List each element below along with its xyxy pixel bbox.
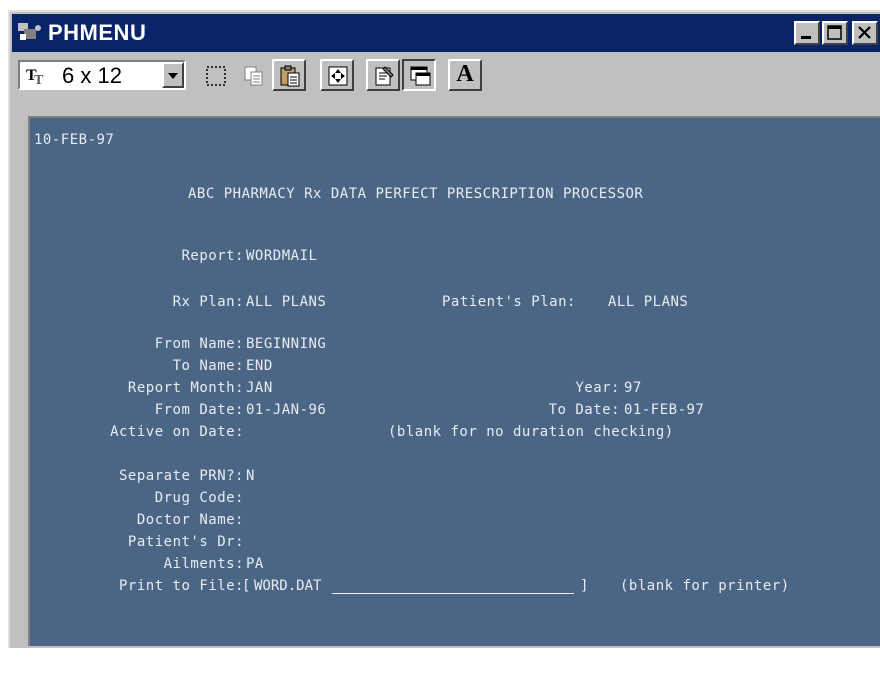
paste-icon: [280, 65, 300, 87]
properties-icon: [375, 66, 394, 86]
print-to-file-field[interactable]: [ WORD.DAT ]: [242, 578, 592, 596]
print-to-file-hint: (blank for printer): [620, 578, 790, 594]
drug-code-label: Drug Code:: [154, 490, 244, 506]
truetype-icon: T T: [26, 67, 44, 86]
ailments-value[interactable]: PA: [246, 556, 264, 572]
phmenu-window: PHMENU T T 6 x 12 A 10-FEB-97 ABC PHARMA…: [8, 10, 880, 648]
to-name-label: To Name:: [172, 358, 244, 374]
window-background-icon: [410, 66, 431, 86]
separate-prn-value[interactable]: N: [246, 468, 255, 484]
background-button[interactable]: [402, 59, 436, 91]
app-icon: [18, 23, 41, 40]
active-on-date-label: Active on Date:: [110, 424, 244, 440]
paste-button[interactable]: [272, 59, 306, 91]
copy-button[interactable]: [236, 59, 270, 91]
patients-dr-label: Patient's Dr:: [127, 534, 244, 550]
report-label: Report:: [181, 248, 244, 264]
to-date-label: To Date:: [548, 402, 620, 418]
year-value[interactable]: 97: [624, 380, 642, 396]
dropdown-arrow[interactable]: [162, 62, 184, 88]
terminal-screen[interactable]: 10-FEB-97 ABC PHARMACY Rx DATA PERFECT P…: [28, 116, 880, 646]
from-date-value[interactable]: 01-JAN-96: [246, 402, 326, 418]
year-label: Year:: [575, 380, 620, 396]
close-icon: [858, 26, 871, 39]
to-name-value[interactable]: END: [246, 358, 273, 374]
screen-date: 10-FEB-97: [34, 132, 115, 148]
mark-button[interactable]: [198, 59, 232, 91]
font-icon: A: [456, 61, 474, 87]
window-title: PHMENU: [48, 20, 147, 45]
font-size-value: 6 x 12: [62, 63, 122, 88]
patient-plan-value[interactable]: ALL PLANS: [608, 294, 688, 310]
rx-plan-value[interactable]: ALL PLANS: [246, 294, 326, 310]
chevron-down-icon: [168, 73, 178, 79]
svg-text:T: T: [34, 73, 44, 86]
copy-icon: [244, 66, 263, 86]
separate-prn-label: Separate PRN?:: [118, 468, 244, 484]
title-bar[interactable]: PHMENU: [12, 14, 880, 52]
properties-button[interactable]: [366, 59, 400, 91]
maximize-button[interactable]: [822, 21, 848, 45]
fullscreen-button[interactable]: [320, 59, 354, 91]
print-to-file-label: Print to File:: [118, 578, 244, 594]
report-month-value[interactable]: JAN: [246, 380, 273, 396]
fullscreen-icon: [328, 66, 348, 86]
maximize-icon: [827, 25, 842, 40]
mark-icon: [206, 66, 226, 86]
close-button[interactable]: [852, 21, 878, 45]
font-size-select[interactable]: T T 6 x 12: [18, 60, 186, 90]
ailments-label: Ailments:: [163, 556, 244, 572]
patient-plan-label: Patient's Plan:: [442, 294, 576, 310]
minimize-icon: [801, 36, 811, 39]
report-value[interactable]: WORDMAIL: [246, 248, 317, 264]
toolbar: T T 6 x 12 A: [12, 54, 880, 96]
report-month-label: Report Month:: [127, 380, 244, 396]
to-date-value[interactable]: 01-FEB-97: [624, 402, 704, 418]
active-on-date-hint: (blank for no duration checking): [388, 424, 674, 440]
field-open-bracket: [: [242, 578, 251, 594]
from-name-value[interactable]: BEGINNING: [246, 336, 326, 352]
rx-plan-label: Rx Plan:: [172, 294, 244, 310]
field-underline: [332, 593, 574, 594]
font-button[interactable]: A: [448, 59, 482, 91]
field-close-bracket: ]: [580, 578, 589, 594]
doctor-name-label: Doctor Name:: [136, 512, 244, 528]
minimize-button[interactable]: [794, 21, 820, 45]
from-name-label: From Name:: [154, 336, 244, 352]
screen-heading: ABC PHARMACY Rx DATA PERFECT PRESCRIPTIO…: [188, 186, 644, 202]
from-date-label: From Date:: [154, 402, 244, 418]
print-to-file-value: WORD.DAT: [254, 578, 322, 594]
